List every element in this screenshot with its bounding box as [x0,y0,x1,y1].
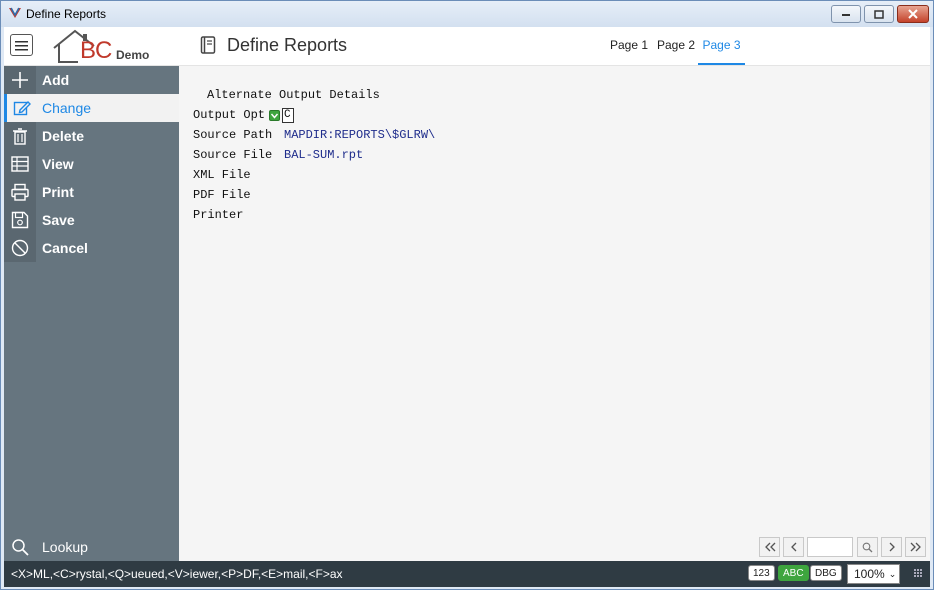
trash-icon [4,122,36,150]
debug-mode-badge[interactable]: DBG [810,565,842,581]
printer-icon [4,178,36,206]
tab-page-1[interactable]: Page 1 [610,38,648,65]
close-icon [908,9,918,19]
output-opt-input[interactable]: C [282,108,294,123]
field-label-output-opt: Output Opt [193,108,266,122]
field-label-pdf-file: PDF File [193,188,251,202]
search-icon [4,533,36,561]
book-icon [200,36,216,54]
field-label-printer: Printer [193,208,244,222]
minimize-button[interactable] [831,5,861,23]
menu-button[interactable] [10,34,33,56]
chevron-down-icon: ⌄ [888,568,897,579]
sidebar-item-label: View [42,156,74,172]
source-path-value[interactable]: MAPDIR:REPORTS\$GLRW\ [284,128,435,142]
chevron-right-icon [889,542,895,552]
sidebar-item-label: Delete [42,128,85,144]
sidebar-item-label: Print [42,184,74,200]
logo-bc-text: BC [80,37,112,64]
title-bar: Define Reports [1,1,933,27]
sidebar-item-change[interactable]: Change [4,94,179,122]
maximize-button[interactable] [864,5,894,23]
table-icon [4,150,36,178]
field-label-xml-file: XML File [193,168,251,182]
sidebar-item-delete[interactable]: Delete [4,122,179,150]
search-icon [862,542,873,552]
main-content: Alternate Output Details Output Opt C So… [179,66,930,561]
company-logo: BC Demo [50,28,160,64]
alpha-mode-badge[interactable]: ABC [778,565,809,581]
previous-record-button[interactable] [783,537,804,557]
sidebar-item-label: Lookup [42,539,88,555]
tab-page-2[interactable]: Page 2 [657,38,695,65]
zoom-value: 100% [854,567,885,581]
record-number-input[interactable] [807,537,853,557]
first-record-button[interactable] [759,537,780,557]
sidebar: Add Change Delete View Print Save Cancel… [4,66,179,561]
logo-demo-text: Demo [116,48,150,62]
field-label-source-path: Source Path [193,128,273,142]
resize-grip-icon[interactable] [914,569,922,577]
status-hint-text: <X>ML,<C>rystal,<Q>ueued,<V>iewer,<P>DF,… [11,567,343,581]
minimize-icon [842,14,850,16]
sidebar-item-lookup[interactable]: Lookup [4,533,179,561]
app-logo-icon [9,7,21,18]
sidebar-item-add[interactable]: Add [4,66,179,94]
chevron-left-icon [790,542,796,552]
status-bar: <X>ML,<C>rystal,<Q>ueued,<V>iewer,<P>DF,… [4,561,930,587]
edit-icon [4,94,36,122]
maximize-icon [874,9,884,19]
next-record-button[interactable] [881,537,902,557]
sidebar-item-cancel[interactable]: Cancel [4,234,179,262]
numeric-mode-badge[interactable]: 123 [748,565,775,581]
section-title: Alternate Output Details [207,88,380,102]
sidebar-item-label: Cancel [42,240,88,256]
field-label-source-file: Source File [193,148,273,162]
close-button[interactable] [897,5,929,23]
source-file-value[interactable]: BAL-SUM.rpt [284,148,363,162]
sidebar-item-label: Change [42,100,92,116]
sidebar-item-label: Add [42,72,70,88]
tab-page-3[interactable]: Page 3 [698,38,745,65]
double-chevron-left-icon [764,542,775,552]
app-header: BC Demo Define Reports Page 1 Page 2 Pag… [4,27,930,66]
sidebar-item-label: Save [42,212,75,228]
cancel-icon [4,234,36,262]
sidebar-item-save[interactable]: Save [4,206,179,234]
sidebar-item-print[interactable]: Print [4,178,179,206]
save-icon [4,206,36,234]
double-chevron-right-icon [910,542,921,552]
last-record-button[interactable] [905,537,926,557]
find-record-button[interactable] [857,537,878,557]
app-window: Define Reports BC Demo Define Reports Pa… [0,0,934,590]
plus-icon [4,66,36,94]
hamburger-icon [15,40,28,50]
window-title: Define Reports [26,7,107,21]
page-title: Define Reports [227,35,348,55]
sidebar-item-view[interactable]: View [4,150,179,178]
dropdown-toggle-icon[interactable] [269,110,280,121]
zoom-select[interactable]: 100% ⌄ [847,564,900,584]
